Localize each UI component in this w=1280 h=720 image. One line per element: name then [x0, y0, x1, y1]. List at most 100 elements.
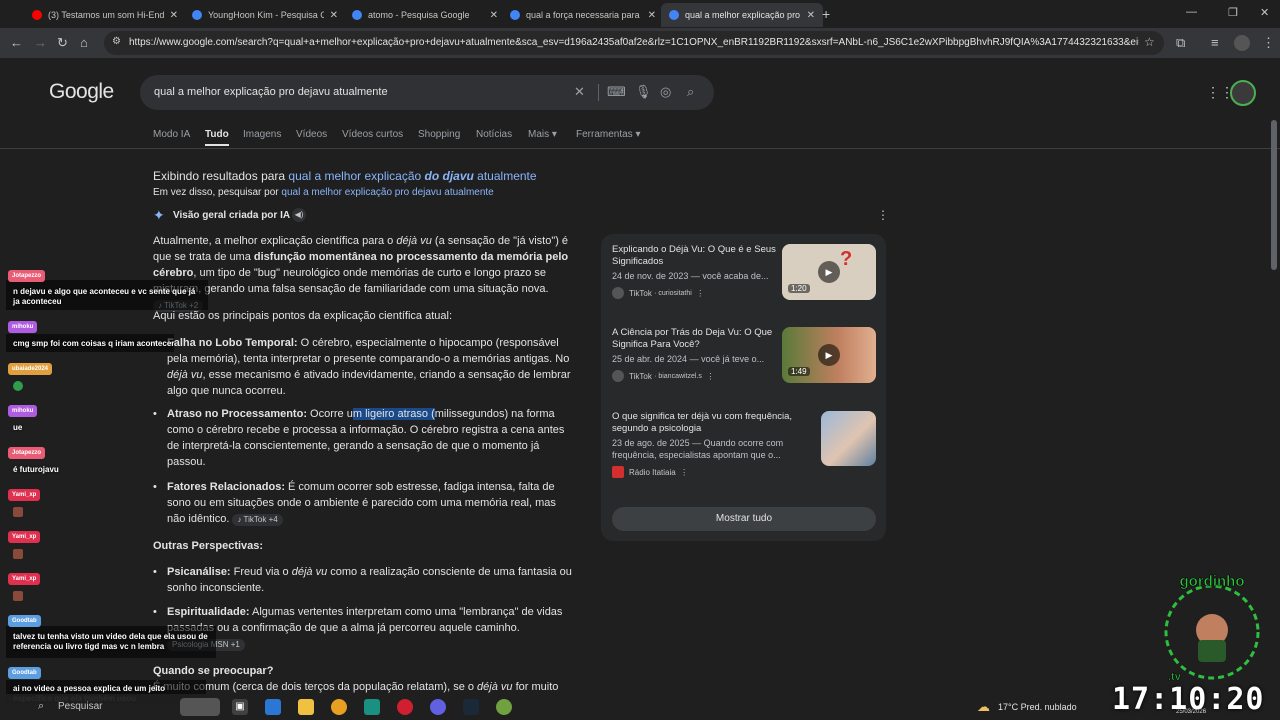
tab-short-videos[interactable]: Vídeos curtos — [342, 129, 403, 140]
source-card[interactable]: O que significa ter déjà vu com frequênc… — [612, 411, 876, 478]
chrome-icon[interactable] — [331, 699, 347, 715]
tab-images[interactable]: Imagens — [243, 129, 281, 140]
scrollbar[interactable] — [1271, 120, 1277, 270]
browser-tab[interactable]: qual a força necessaria para 2 a ✕ — [502, 3, 664, 27]
radio-itatiaia-icon — [612, 466, 624, 478]
chat-message: talvez tu tenha visto um video dela que … — [13, 632, 208, 651]
windows-taskbar: ⌕ Pesquisar ▣ ☁ 17°C Pred. nublado 25/03… — [0, 694, 1280, 720]
menu-icon[interactable]: ⋮ — [1262, 35, 1275, 51]
ai-overview-header: Visão geral criada por IA — [173, 210, 291, 221]
more-options-icon[interactable]: ⋮ — [696, 289, 704, 298]
play-icon[interactable]: ▶ — [818, 344, 840, 366]
browser-toolbar: ← → ↻ ⌂ ⚙ https://www.google.com/search?… — [0, 28, 1280, 58]
app-icon[interactable] — [364, 699, 380, 715]
tab-shopping[interactable]: Shopping — [418, 129, 460, 140]
address-bar[interactable]: ⚙ https://www.google.com/search?q=qual+a… — [104, 31, 1164, 55]
reload-icon[interactable]: ↻ — [57, 35, 68, 51]
weather-text[interactable]: 17°C Pred. nublado — [998, 702, 1077, 712]
chat-message: n dejavu e algo que aconteceu e vc sente… — [13, 287, 196, 306]
browser-tab[interactable]: atomo - Pesquisa Google ✕ — [344, 3, 506, 27]
chat-username: Goodtab — [8, 615, 41, 627]
file-explorer-icon[interactable] — [298, 699, 314, 715]
new-tab-button[interactable]: + — [822, 6, 830, 22]
tab-tools[interactable]: Ferramentas ▾ — [576, 129, 640, 140]
text-selection: m ligeiro atraso ( — [352, 408, 435, 420]
ai-paragraph: Atualmente, a melhor explicação científi… — [153, 233, 573, 313]
search-results-page: Google qual a melhor explicação pro deja… — [0, 58, 1280, 720]
app-icon[interactable] — [496, 699, 512, 715]
speaker-icon[interactable]: ◀) — [292, 208, 306, 222]
tab-ai-mode[interactable]: Modo IA — [153, 129, 190, 140]
minimize-button[interactable]: — — [1186, 6, 1197, 18]
app-icon[interactable] — [430, 699, 446, 715]
youtube-icon — [32, 10, 42, 20]
keyboard-icon[interactable]: ⌨ — [607, 84, 626, 100]
chat-username: Jotapezzo — [8, 270, 46, 282]
google-logo[interactable]: Google — [49, 80, 114, 104]
tab-more[interactable]: Mais ▾ — [528, 129, 557, 140]
close-window-button[interactable]: ✕ — [1260, 6, 1269, 19]
chat-username: mihoku — [8, 321, 38, 333]
google-icon — [669, 10, 679, 20]
browser-tab[interactable]: YoungHoon Kim - Pesquisa Goo✕ — [184, 3, 346, 27]
back-icon[interactable]: ← — [10, 35, 23, 50]
profile-avatar[interactable] — [1234, 35, 1250, 51]
chat-message: cmg smp foi com coisas q iriam acontecer — [13, 339, 175, 348]
store-icon[interactable] — [265, 699, 281, 715]
tab-search-icon[interactable]: ≡ — [1211, 35, 1219, 50]
taskbar-search[interactable]: Pesquisar — [58, 701, 102, 712]
site-info-icon[interactable]: ⚙ — [112, 36, 121, 47]
chat-username: Yami_xp — [8, 489, 41, 501]
home-icon[interactable]: ⌂ — [80, 35, 88, 50]
source-card[interactable]: Explicando o Déjà Vu: O Que é e Seus Sig… — [612, 244, 876, 300]
ai-paragraph: Aqui estão os principais pontos da expli… — [153, 310, 453, 322]
ai-sparkle-icon: ✦ — [153, 207, 165, 223]
search-input[interactable]: qual a melhor explicação pro dejavu atua… — [140, 75, 714, 110]
divider — [0, 148, 1280, 149]
tiktok-icon — [612, 370, 624, 382]
original-query-link[interactable]: qual a melhor explicação pro dejavu atua… — [281, 187, 493, 198]
microphone-icon[interactable]: 🎙 — [635, 84, 652, 100]
bookmark-star-icon[interactable]: ☆ — [1144, 35, 1155, 49]
tab-videos[interactable]: Vídeos — [296, 129, 327, 140]
play-icon[interactable]: ▶ — [818, 261, 840, 283]
camera-search-icon[interactable]: ◎ — [660, 84, 671, 100]
close-tab-icon[interactable]: ✕ — [490, 10, 498, 21]
opera-icon[interactable] — [397, 699, 413, 715]
emote-icon — [13, 591, 23, 601]
forward-icon[interactable]: → — [34, 35, 47, 50]
tiktok-icon — [612, 287, 624, 299]
account-avatar[interactable] — [1230, 80, 1256, 106]
tab-news[interactable]: Notícias — [476, 129, 512, 140]
search-icon[interactable]: ⌕ — [687, 84, 694, 100]
url-text[interactable]: https://www.google.com/search?q=qual+a+m… — [129, 37, 1139, 48]
search-icon[interactable]: ⌕ — [38, 700, 44, 713]
more-options-icon[interactable]: ⋮ — [877, 208, 889, 222]
video-thumbnail[interactable]: ? ▶ 1:20 — [782, 244, 876, 300]
tab-all[interactable]: Tudo — [205, 129, 229, 140]
list-item: • Psicanálise: Freud via o déjà vu como … — [153, 566, 572, 594]
video-thumbnail[interactable]: ▶ 1:49 — [782, 327, 876, 383]
widget-thumbnail[interactable] — [180, 698, 220, 716]
ai-paragraph: É muito comum (cerca de dois terços da p… — [153, 681, 559, 693]
tab-strip: (3) Testamos um som Hi-End d ✕ YoungHoon … — [0, 0, 1280, 28]
extensions-icon[interactable]: ⧉ — [1176, 35, 1185, 51]
source-citation[interactable]: ♪ TikTok +4 — [232, 514, 283, 526]
show-all-button[interactable]: Mostrar tudo — [612, 507, 876, 531]
clear-icon[interactable]: ✕ — [574, 84, 585, 100]
source-card[interactable]: A Ciência por Trás do Deja Vu: O Que Sig… — [612, 327, 876, 383]
browser-tab[interactable]: (3) Testamos um som Hi-End d ✕ — [24, 3, 186, 27]
close-tab-icon[interactable]: ✕ — [807, 10, 815, 21]
close-tab-icon[interactable]: ✕ — [648, 10, 656, 21]
task-view-icon[interactable]: ▣ — [232, 699, 248, 715]
more-options-icon[interactable]: ⋮ — [680, 468, 688, 477]
search-query[interactable]: qual a melhor explicação pro dejavu atua… — [154, 86, 388, 98]
corrected-query-link[interactable]: qual a melhor explicação do djavu atualm… — [288, 169, 536, 183]
more-options-icon[interactable]: ⋮ — [706, 372, 714, 381]
close-tab-icon[interactable]: ✕ — [170, 10, 178, 21]
article-thumbnail[interactable] — [821, 411, 876, 466]
close-tab-icon[interactable]: ✕ — [330, 10, 338, 21]
steam-icon[interactable] — [463, 699, 479, 715]
browser-tab-active[interactable]: qual a melhor explicação pro d ✕ — [661, 3, 823, 27]
maximize-button[interactable]: ❐ — [1228, 6, 1238, 19]
